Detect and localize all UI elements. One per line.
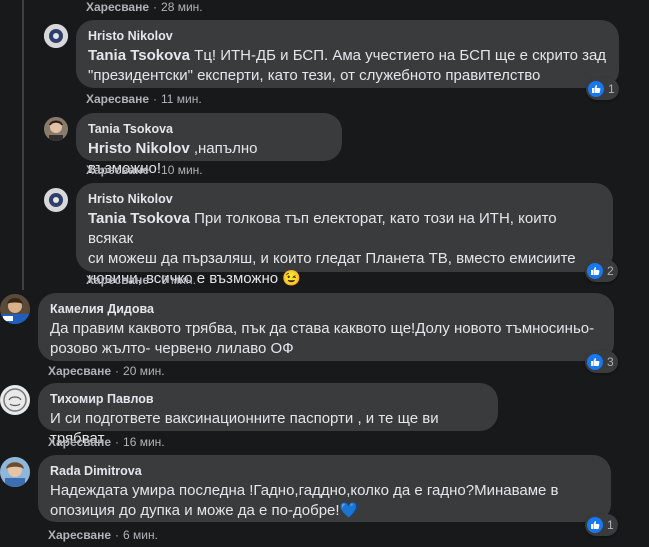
comment-meta: Харесване · 20 мин. bbox=[48, 364, 165, 378]
timestamp[interactable]: 20 мин. bbox=[123, 364, 165, 378]
timestamp[interactable]: 9 мин. bbox=[161, 273, 196, 287]
comment-author[interactable]: Камелия Дидова bbox=[50, 301, 602, 317]
comment-text: Да правим каквото трябва, пък да става к… bbox=[50, 320, 595, 357]
like-link[interactable]: Харесване bbox=[86, 92, 149, 106]
reaction-count[interactable]: 3 bbox=[585, 351, 618, 373]
comment-bubble: Hristo Nikolov Tania Tsokova При толкова… bbox=[76, 183, 613, 287]
comment-bubble: Тихомир Павлов И си подгответе ваксинаци… bbox=[38, 383, 498, 447]
avatar[interactable] bbox=[44, 117, 68, 141]
reaction-count[interactable]: 2 bbox=[585, 260, 618, 282]
avatar-image-icon bbox=[0, 457, 30, 487]
comment-author[interactable]: Тихомир Павлов bbox=[50, 391, 486, 407]
like-reaction-icon bbox=[587, 354, 603, 370]
comment-meta: Харесване · 11 мин. bbox=[86, 92, 202, 106]
like-link[interactable]: Харесване bbox=[48, 364, 111, 378]
like-link[interactable]: Харесване bbox=[86, 0, 149, 14]
mention[interactable]: Tania Tsokova bbox=[88, 47, 190, 64]
avatar[interactable] bbox=[44, 24, 68, 48]
reaction-count[interactable]: 1 bbox=[585, 514, 618, 536]
like-link[interactable]: Харесване bbox=[48, 435, 111, 449]
avatar-image-icon bbox=[44, 117, 68, 141]
timestamp[interactable]: 11 мин. bbox=[161, 92, 202, 106]
mention[interactable]: Tania Tsokova bbox=[88, 210, 190, 227]
blue-heart-emoji-icon: 💙 bbox=[339, 502, 359, 519]
comment-text: Надеждата умира последна !Гадно,гаддно,к… bbox=[50, 482, 559, 519]
avatar[interactable] bbox=[0, 294, 30, 324]
mention[interactable]: Hristo Nikolov bbox=[88, 140, 190, 157]
avatar-image-icon bbox=[44, 24, 68, 48]
wink-emoji-icon: 😉 bbox=[282, 270, 301, 287]
comment-text: Tania Tsokova Тц! ИТН-ДБ и БСП. Ама учес… bbox=[88, 47, 607, 84]
comment-meta: Харесване · 9 мин. bbox=[86, 273, 196, 287]
like-reaction-icon bbox=[588, 81, 604, 97]
avatar[interactable] bbox=[44, 188, 68, 212]
comment-meta: Харесване · 10 мин. bbox=[86, 163, 203, 177]
comment-author[interactable]: Hristo Nikolov bbox=[88, 191, 601, 207]
comment-meta: Харесване · 28 мин. bbox=[86, 0, 203, 14]
comment-meta: Харесване · 16 мин. bbox=[48, 435, 165, 449]
comment-author[interactable]: Tania Tsokova bbox=[88, 121, 330, 137]
comment-author[interactable]: Hristo Nikolov bbox=[88, 28, 607, 44]
like-link[interactable]: Харесване bbox=[86, 273, 149, 287]
timestamp[interactable]: 10 мин. bbox=[161, 163, 203, 177]
timestamp[interactable]: 6 мин. bbox=[123, 528, 158, 542]
avatar[interactable] bbox=[0, 457, 30, 487]
like-reaction-icon bbox=[587, 517, 603, 533]
comment-bubble: Камелия Дидова Да правим каквото трябва,… bbox=[38, 293, 614, 361]
reaction-count[interactable]: 1 bbox=[586, 78, 619, 100]
like-link[interactable]: Харесване bbox=[86, 163, 149, 177]
timestamp[interactable]: 16 мин. bbox=[123, 435, 165, 449]
comment-bubble: Rada Dimitrova Надеждата умира последна … bbox=[38, 455, 611, 522]
comment-bubble: Hristo Nikolov Tania Tsokova Тц! ИТН-ДБ … bbox=[76, 20, 619, 88]
avatar-image-icon bbox=[0, 294, 30, 324]
comment-bubble: Tania Tsokova Hristo Nikolov ,напълно въ… bbox=[76, 113, 342, 177]
avatar-image-icon bbox=[0, 385, 30, 415]
avatar[interactable] bbox=[0, 385, 30, 415]
thread-line bbox=[22, 0, 24, 290]
like-reaction-icon bbox=[587, 263, 603, 279]
avatar-image-icon bbox=[44, 188, 68, 212]
timestamp[interactable]: 28 мин. bbox=[161, 0, 203, 14]
comment-meta: Харесване · 6 мин. bbox=[48, 528, 158, 542]
comment-author[interactable]: Rada Dimitrova bbox=[50, 463, 599, 479]
like-link[interactable]: Харесване bbox=[48, 528, 111, 542]
